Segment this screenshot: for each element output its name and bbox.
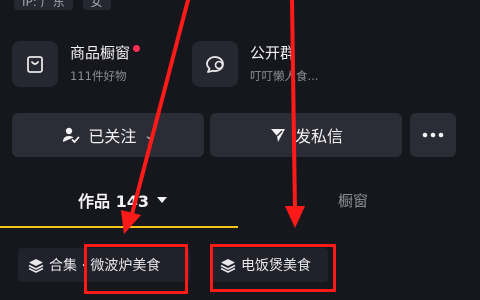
annotation-arrow-right (290, 0, 297, 214)
annotation-arrowhead-right (285, 206, 305, 228)
annotation-arrow-left (129, 0, 190, 220)
annotation-arrowhead-left (121, 210, 141, 234)
annotation-arrows (121, 0, 305, 234)
